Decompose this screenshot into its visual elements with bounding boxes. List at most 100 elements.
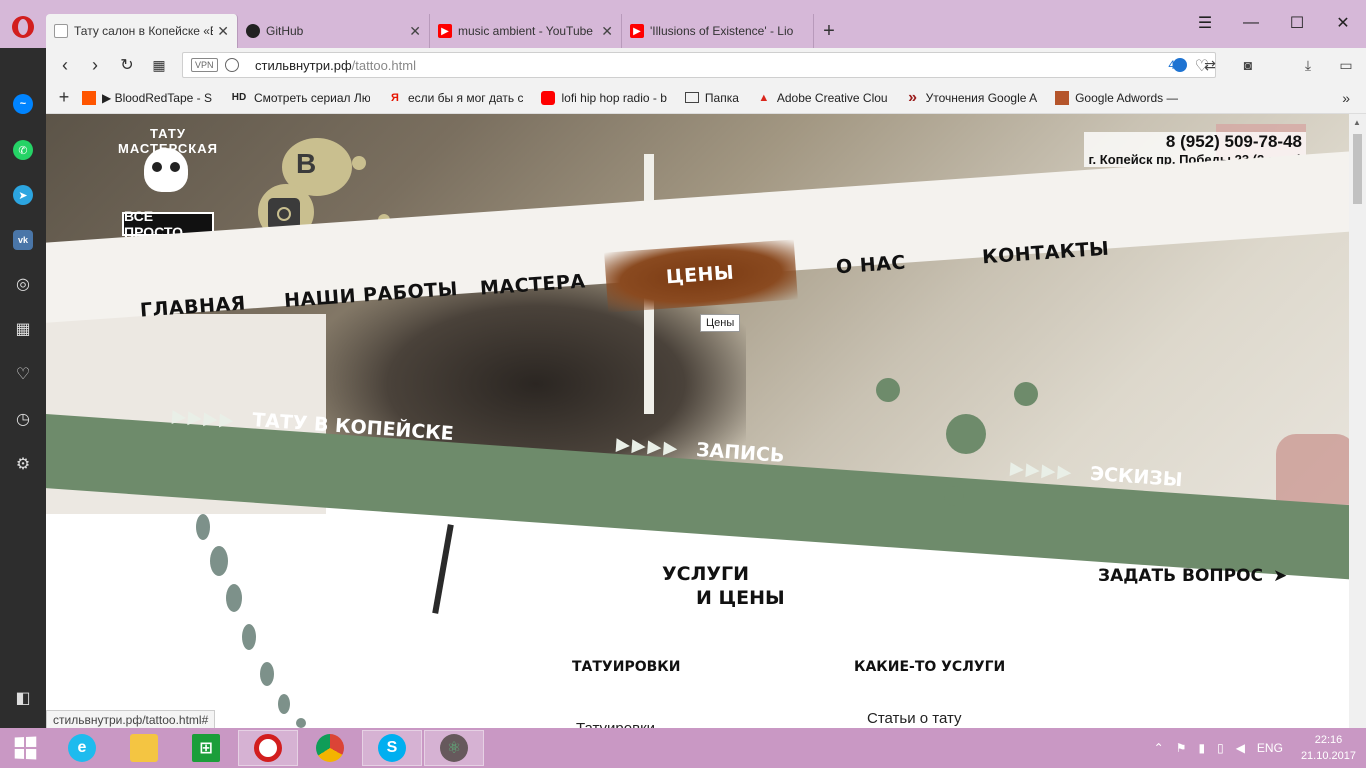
- close-tab-icon[interactable]: ✕: [409, 23, 421, 40]
- bookmark-item[interactable]: ▶ BloodRedTape - S: [82, 90, 212, 105]
- browser-titlebar: Тату салон в Копейске «Е ✕ GitHub ✕ ▶ mu…: [0, 0, 1366, 48]
- tattoo-column-heading: ТАТУИРОВКИ: [572, 659, 681, 675]
- bookmark-item[interactable]: HD Смотреть сериал Лю: [230, 91, 370, 105]
- minimize-button[interactable]: —: [1228, 8, 1274, 38]
- translate-extension-icon[interactable]: ⇄: [1200, 54, 1220, 76]
- vk-link-icon[interactable]: В: [296, 148, 316, 180]
- taskbar-store[interactable]: ⊞: [176, 730, 236, 766]
- back-button[interactable]: ‹: [54, 54, 76, 76]
- scroll-thumb[interactable]: [1353, 134, 1362, 204]
- reload-button[interactable]: ↻: [116, 54, 138, 76]
- ink-splatter: [296, 718, 306, 728]
- bookmark-label: Google Adwords —: [1075, 90, 1179, 105]
- chevrons-icon: »: [908, 90, 918, 105]
- download-icon[interactable]: ⤓: [1298, 54, 1318, 76]
- bookmark-item[interactable]: » Уточнения Google A: [906, 91, 1037, 105]
- show-hidden-icons-icon[interactable]: ⌃: [1154, 741, 1164, 755]
- page-scrollbar[interactable]: ▲: [1349, 114, 1366, 728]
- ad-block-icon[interactable]: [1173, 58, 1187, 72]
- bookmark-item[interactable]: Google Adwords —: [1055, 90, 1179, 105]
- settings-gear-icon[interactable]: ⚙: [13, 454, 33, 474]
- arrows-icon: ▶▶▶▶: [1009, 457, 1075, 483]
- bookmark-item[interactable]: lofi hip hop radio - b: [541, 90, 667, 105]
- clock[interactable]: 22:16 21.10.2017: [1301, 732, 1356, 764]
- status-url: стильвнутри.рф/tattoo.html#: [46, 710, 216, 728]
- taskbar-chrome[interactable]: [300, 730, 360, 766]
- volume-icon[interactable]: ◀: [1236, 741, 1245, 755]
- speed-dial-icon[interactable]: ▦: [148, 54, 170, 76]
- battery-saver-icon[interactable]: ▭: [1336, 54, 1356, 76]
- tab-strip: Тату салон в Копейске «Е ✕ GitHub ✕ ▶ mu…: [46, 14, 844, 48]
- maximize-button[interactable]: ☐: [1274, 8, 1320, 38]
- skull-icon: [144, 148, 188, 192]
- bookmark-label: Папка: [704, 90, 739, 105]
- tab-title: Тату салон в Копейске «Е: [74, 24, 214, 38]
- chrome-icon: [316, 734, 344, 762]
- url-field[interactable]: VPN стильвнутри.рф/tattoo.html 4 ♡: [182, 52, 1216, 78]
- speed-dial-sidebar-icon[interactable]: ▦: [13, 319, 33, 339]
- tattoo-articles-link[interactable]: Статьи о тату: [867, 710, 962, 727]
- forward-button[interactable]: ›: [84, 54, 106, 76]
- ink-splatter: [278, 694, 290, 714]
- taskbar-atom[interactable]: ⚛: [424, 730, 484, 766]
- page-icon: [54, 24, 68, 38]
- bookmark-item[interactable]: ▲ Adobe Creative Clou: [757, 91, 887, 105]
- url-host: стильвнутри.рф: [255, 58, 352, 73]
- taskbar-explorer[interactable]: [114, 730, 174, 766]
- heart-sidebar-icon[interactable]: ♡: [13, 364, 33, 384]
- bookmark-folder[interactable]: Папка: [684, 90, 739, 105]
- tab-github[interactable]: GitHub ✕: [238, 14, 430, 48]
- history-icon[interactable]: ◷: [13, 409, 33, 429]
- sidebar-toggle-icon[interactable]: ◧: [13, 688, 33, 708]
- close-window-button[interactable]: ✕: [1320, 8, 1366, 38]
- ask-question-link[interactable]: ЗАДАТЬ ВОПРОС ➤: [1098, 566, 1287, 586]
- flag-icon[interactable]: ⚑: [1176, 741, 1187, 755]
- toolbar-extensions: ⇄ ◙ ⤓ ▭: [1200, 54, 1356, 76]
- add-bookmark-button[interactable]: +: [46, 87, 82, 108]
- url-text[interactable]: стильвнутри.рф/tattoo.html: [255, 58, 416, 73]
- opera-menu-icon[interactable]: [12, 16, 34, 38]
- tab-title: 'Illusions of Existence' - Lio: [650, 24, 794, 38]
- pocket-extension-icon[interactable]: ◙: [1238, 54, 1258, 76]
- phone-number[interactable]: 8 (952) 509-78-48: [1084, 132, 1306, 152]
- splat-decoration: [946, 414, 986, 454]
- services-heading: УСЛУГИ И ЦЕНЫ: [662, 562, 785, 610]
- ink-splatter: [196, 514, 210, 540]
- taskbar-opera[interactable]: [238, 730, 298, 766]
- window-controls: ☰ — ☐ ✕: [1182, 8, 1366, 38]
- camera-icon[interactable]: ◎: [13, 274, 33, 294]
- network-icon[interactable]: ▮: [1198, 741, 1205, 755]
- taskbar-skype[interactable]: S: [362, 730, 422, 766]
- opera-sidebar: ~ ✆ ➤ vk ◎ ▦ ♡ ◷ ⚙ ◧: [0, 48, 46, 728]
- yandex-icon: Я: [391, 91, 399, 104]
- services-line-2: И ЦЕНЫ: [696, 587, 785, 609]
- site-logo[interactable]: ТАТУ МАСТЕРСКАЯ ВСЕ ПРОСТО: [108, 126, 228, 241]
- tab-tattoo-salon[interactable]: Тату салон в Копейске «Е ✕: [46, 14, 238, 48]
- language-indicator[interactable]: ENG: [1257, 741, 1283, 755]
- more-bookmarks-icon[interactable]: »: [1342, 90, 1350, 106]
- scroll-up-icon[interactable]: ▲: [1353, 118, 1361, 127]
- tab-menu-icon[interactable]: ☰: [1182, 8, 1228, 38]
- bookmark-item[interactable]: Яесли бы я мог дать с: [388, 90, 524, 105]
- taskbar-ie[interactable]: e: [52, 730, 112, 766]
- youtube-icon: ▶: [630, 24, 644, 38]
- start-button[interactable]: [0, 728, 50, 768]
- vpn-badge[interactable]: VPN: [191, 58, 218, 72]
- vk-icon[interactable]: vk: [13, 230, 33, 250]
- close-tab-icon[interactable]: ✕: [217, 23, 229, 40]
- tab-illusions[interactable]: ▶ 'Illusions of Existence' - Lio: [622, 14, 814, 48]
- new-tab-button[interactable]: +: [814, 14, 844, 48]
- ink-stroke: [432, 524, 454, 614]
- tab-music-ambient[interactable]: ▶ music ambient - YouTube ✕: [430, 14, 622, 48]
- splat-decoration: [352, 156, 366, 170]
- battery-icon[interactable]: ▯: [1217, 741, 1224, 755]
- bookmark-label: если бы я мог дать с: [407, 90, 524, 105]
- tattoo-link[interactable]: Татуировки: [576, 720, 655, 728]
- file-explorer-icon: [130, 734, 158, 762]
- whatsapp-icon[interactable]: ✆: [13, 140, 33, 160]
- splat-decoration: [876, 378, 900, 402]
- close-tab-icon[interactable]: ✕: [601, 23, 613, 40]
- splat-decoration: [1014, 382, 1038, 406]
- messenger-icon[interactable]: ~: [13, 94, 33, 114]
- telegram-icon[interactable]: ➤: [13, 185, 33, 205]
